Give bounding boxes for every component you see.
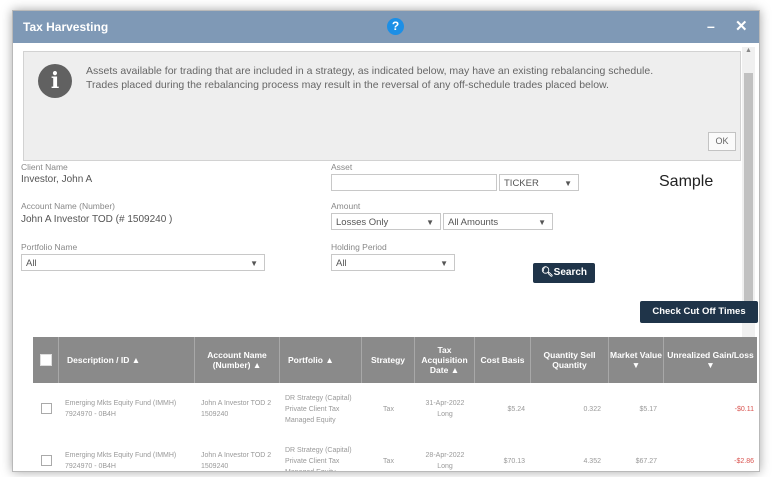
row-account: John A Investor TOD 2 1509240 [201, 400, 272, 418]
col-account[interactable]: Account Name (Number) ▲ [195, 337, 280, 383]
account-name-value: John A Investor TOD (# 1509240 ) [21, 214, 173, 225]
select-all-column [33, 337, 59, 383]
chevron-down-icon: ▼ [440, 259, 448, 268]
row-quantity: 0.322 [583, 405, 601, 413]
col-description[interactable]: Description / ID ▲ [59, 337, 195, 383]
col-market-value-label: Market Value [610, 350, 662, 360]
row-term: Long [437, 463, 453, 470]
row-strategy: Tax [383, 405, 394, 413]
holding-period-label: Holding Period [331, 242, 387, 252]
search-button[interactable]: 🔍︎Search [533, 263, 595, 283]
chevron-down-icon: ▼ [426, 218, 434, 227]
col-acq-date-label: Tax Acquisition Date [421, 345, 468, 375]
amount-range-value: All Amounts [448, 217, 499, 228]
client-name-label: Client Name [21, 162, 68, 172]
chevron-down-icon: ▼ [538, 218, 546, 227]
info-icon: i [38, 64, 72, 98]
chevron-down-icon: ▼ [250, 259, 258, 268]
holding-period-select[interactable]: All ▼ [331, 254, 455, 271]
asset-input[interactable] [331, 174, 497, 191]
col-portfolio[interactable]: Portfolio ▲ [280, 337, 362, 383]
scroll-up-icon[interactable]: ▲ [745, 47, 752, 54]
scrollbar-thumb[interactable] [744, 73, 753, 306]
check-cutoff-times-button[interactable]: Check Cut Off Times [640, 301, 758, 323]
sort-up-icon: ▲ [450, 365, 460, 375]
row-portfolio: DR Strategy (Capital) Private Client Tax… [285, 394, 352, 424]
col-acq-date[interactable]: Tax Acquisition Date ▲ [415, 337, 475, 383]
minimize-icon[interactable]: – [707, 18, 715, 34]
alert-message: Assets available for trading that are in… [86, 65, 654, 91]
help-icon[interactable]: ? [387, 18, 404, 35]
sort-down-icon: ▼ [631, 360, 641, 370]
row-market-value: $5.17 [639, 405, 657, 413]
portfolio-name-label: Portfolio Name [21, 242, 78, 252]
row-acq-date: 31-Apr-2022 Long [415, 383, 475, 435]
col-cost-basis[interactable]: Cost Basis [475, 337, 531, 383]
portfolio-select[interactable]: All ▼ [21, 254, 265, 271]
row-checkbox[interactable] [41, 455, 52, 466]
dialog-title: Tax Harvesting [23, 20, 109, 34]
table-row[interactable]: Emerging Mkts Equity Fund (IMMH) 7924970… [33, 383, 757, 436]
asset-type-select[interactable]: TICKER ▼ [499, 174, 579, 191]
col-quantity[interactable]: Quantity Sell Quantity [531, 337, 609, 383]
row-cost-basis: $5.24 [507, 405, 525, 413]
client-name-value: Investor, John A [21, 174, 93, 185]
row-acq-date-value: 28-Apr-2022 [425, 452, 465, 459]
chevron-down-icon: ▼ [564, 179, 572, 188]
row-gain-loss: -$0.11 [734, 405, 754, 413]
col-portfolio-label: Portfolio [288, 355, 323, 365]
portfolio-select-value: All [26, 258, 37, 269]
sort-up-icon: ▲ [131, 355, 141, 365]
sort-down-icon: ▼ [706, 360, 715, 370]
amount-filter-value: Losses Only [336, 217, 389, 228]
search-icon: 🔍︎ [540, 267, 554, 278]
sort-up-icon: ▲ [252, 360, 262, 370]
row-quantity: 4.352 [583, 457, 601, 465]
row-description: Emerging Mkts Equity Fund (IMMH) 7924970… [65, 400, 177, 418]
ok-button[interactable]: OK [708, 132, 736, 151]
amount-filter-select[interactable]: Losses Only ▼ [331, 213, 441, 230]
asset-label: Asset [331, 162, 353, 172]
rebalancing-alert: i Assets available for trading that are … [23, 51, 741, 161]
col-strategy[interactable]: Strategy [362, 337, 415, 383]
select-all-checkbox[interactable] [40, 354, 52, 366]
col-gain-loss-label: Unrealized Gain/Loss [667, 350, 754, 360]
row-portfolio: DR Strategy (Capital) Private Client Tax… [285, 446, 352, 472]
sort-up-icon: ▲ [325, 355, 334, 365]
row-description: Emerging Mkts Equity Fund (IMMH) 7924970… [65, 452, 177, 470]
row-acq-date: 28-Apr-2022 Long [415, 435, 475, 471]
row-cost-basis: $70.13 [503, 457, 525, 465]
dialog-title-bar[interactable]: Tax Harvesting ? – ✕ [13, 11, 759, 43]
amount-range-select[interactable]: All Amounts ▼ [443, 213, 553, 230]
row-market-value: $67.27 [635, 457, 657, 465]
col-gain-loss[interactable]: Unrealized Gain/Loss ▼ [664, 337, 757, 383]
asset-type-value: TICKER [504, 178, 539, 189]
col-market-value[interactable]: Market Value ▼ [609, 337, 664, 383]
account-name-label: Account Name (Number) [21, 201, 116, 211]
row-account: John A Investor TOD 2 1509240 [201, 452, 272, 470]
search-button-label: Search [553, 267, 588, 278]
row-checkbox[interactable] [41, 403, 52, 414]
col-description-label: Description / ID [67, 355, 130, 365]
col-strategy-label: Strategy [370, 355, 405, 365]
row-gain-loss: -$2.86 [734, 457, 754, 465]
col-cost-basis-label: Cost Basis [480, 355, 525, 365]
tax-harvesting-dialog: Tax Harvesting ? – ✕ i Assets available … [12, 10, 760, 472]
results-table-header: Description / ID ▲ Account Name (Number)… [33, 337, 757, 383]
table-row[interactable]: Emerging Mkts Equity Fund (IMMH) 7924970… [33, 435, 757, 472]
sample-watermark: Sample [659, 173, 714, 190]
row-term: Long [437, 411, 453, 418]
holding-period-value: All [336, 258, 347, 269]
row-strategy: Tax [383, 457, 394, 465]
col-quantity-label: Quantity Sell Quantity [543, 350, 596, 370]
amount-label: Amount [331, 201, 361, 211]
row-acq-date-value: 31-Apr-2022 [425, 400, 465, 407]
close-icon[interactable]: ✕ [735, 17, 748, 35]
